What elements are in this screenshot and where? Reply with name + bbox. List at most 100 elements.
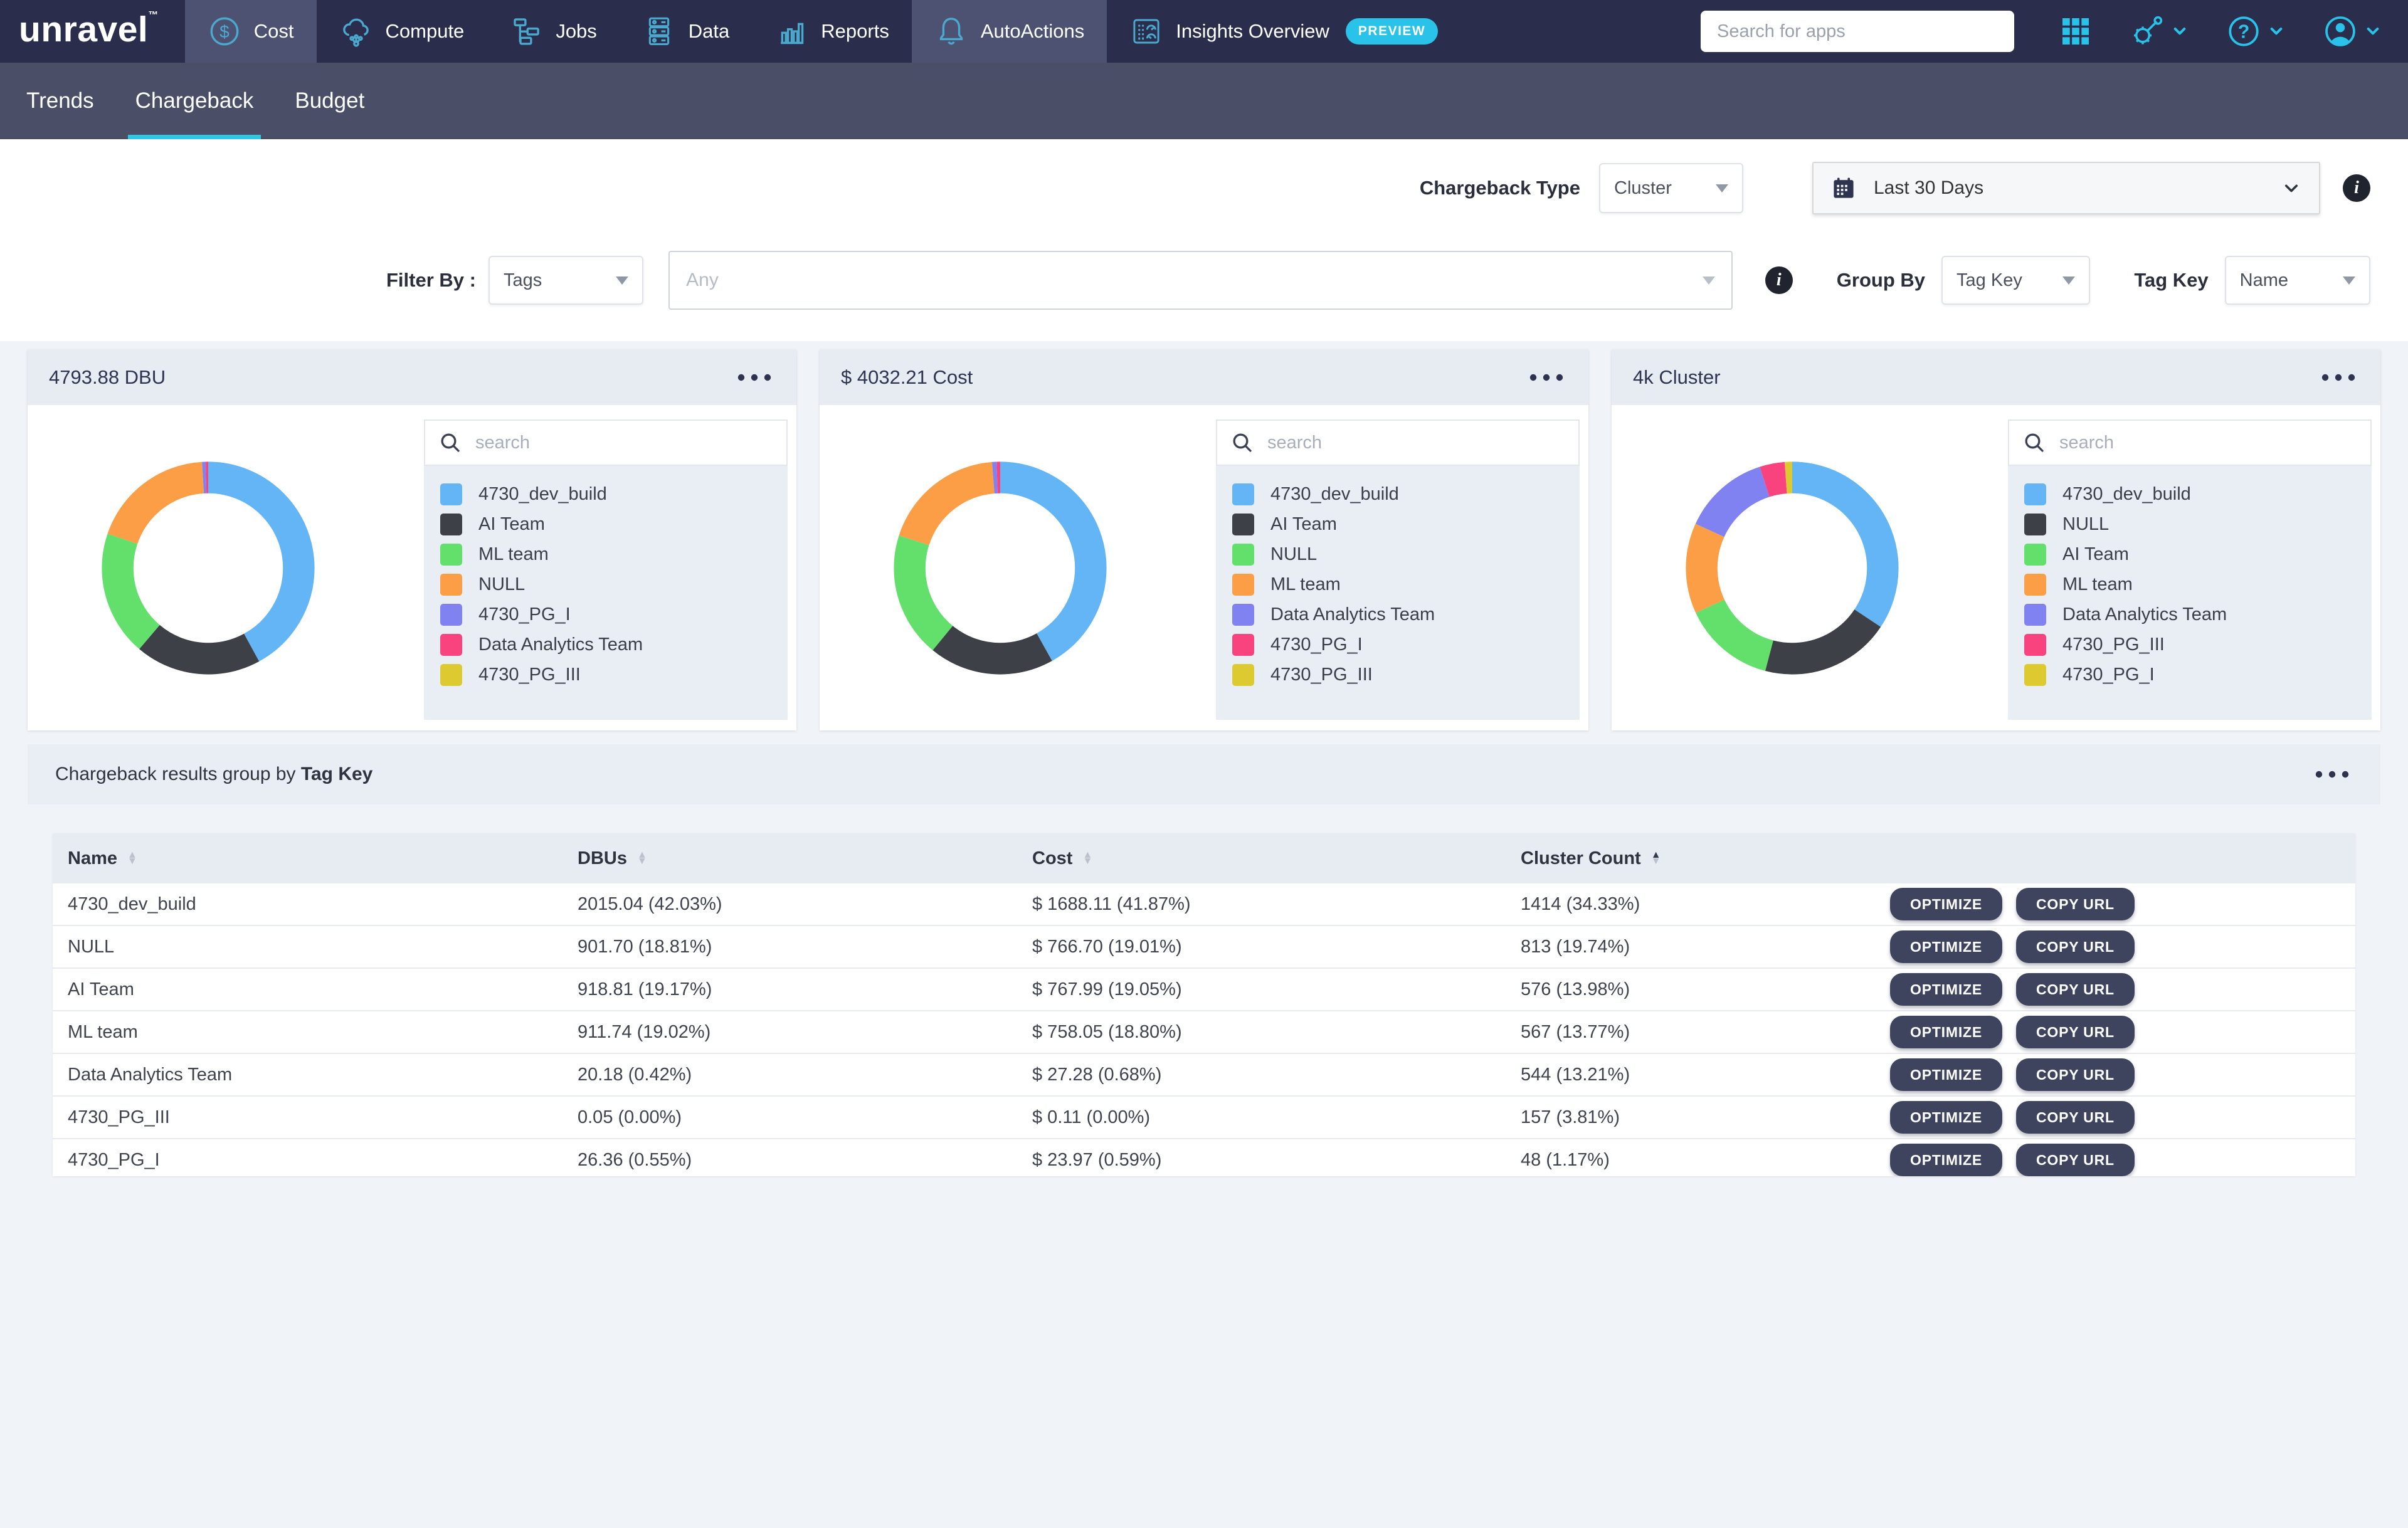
donut-chart[interactable] — [1673, 449, 1911, 687]
legend-item[interactable]: 4730_PG_III — [2024, 634, 2359, 656]
legend-label: 4730_PG_I — [2062, 665, 2155, 685]
copy-url-button[interactable]: COPY URL — [2016, 1058, 2135, 1091]
nav-item-cost[interactable]: $ Cost — [184, 0, 317, 63]
nav-item-reports[interactable]: Reports — [752, 0, 912, 63]
insights-icon — [1133, 19, 1159, 44]
info-icon[interactable]: i — [1765, 266, 1793, 294]
legend-search[interactable] — [424, 419, 788, 466]
nav-item-autoactions[interactable]: AutoActions — [911, 0, 1107, 63]
ellipsis-menu-icon[interactable] — [2318, 368, 2359, 387]
legend-item[interactable]: NULL — [1232, 544, 1567, 566]
legend-item[interactable]: ML team — [2024, 574, 2359, 596]
copy-url-button[interactable]: COPY URL — [2016, 1016, 2135, 1048]
legend-search-input[interactable] — [474, 431, 774, 454]
legend-search-input[interactable] — [1266, 431, 1566, 454]
sort-icon: ▲ ▼ — [636, 850, 647, 867]
column-header-cluster-count[interactable]: Cluster Count ▲ ▼ — [1506, 848, 1890, 869]
legend-item[interactable]: AI Team — [1232, 514, 1567, 535]
tab-budget[interactable]: Budget — [287, 63, 372, 139]
legend-item[interactable]: AI Team — [2024, 544, 2359, 566]
legend-item[interactable]: Data Analytics Team — [2024, 604, 2359, 626]
nav-label: Compute — [385, 20, 465, 42]
apps-grid-button[interactable] — [2058, 14, 2093, 49]
legend-color-chip — [2024, 483, 2046, 505]
optimize-button[interactable]: OPTIMIZE — [1890, 973, 2003, 1006]
group-by-label: Group By — [1836, 269, 1926, 291]
nav-item-data[interactable]: Data — [620, 0, 752, 63]
legend-item[interactable]: AI Team — [440, 514, 775, 535]
legend-item[interactable]: ML team — [440, 544, 775, 566]
cell-cluster-count: 1414 (34.33%) — [1521, 893, 1640, 914]
donut-chart[interactable] — [881, 449, 1119, 687]
optimize-button[interactable]: OPTIMIZE — [1890, 1101, 2003, 1134]
admin-tools-menu[interactable] — [2130, 14, 2190, 49]
trademark-mark: ™ — [148, 10, 159, 21]
flowchart-icon — [514, 18, 540, 45]
search-icon — [441, 433, 460, 452]
legend-item[interactable]: NULL — [440, 574, 775, 596]
legend-color-chip — [440, 634, 462, 656]
column-header-name[interactable]: Name ▲ ▼ — [53, 848, 562, 869]
copy-url-button[interactable]: COPY URL — [2016, 930, 2135, 963]
tab-chargeback[interactable]: Chargeback — [127, 63, 261, 139]
legend-color-chip — [440, 514, 462, 535]
ellipsis-menu-icon[interactable] — [1526, 368, 1567, 387]
legend-item[interactable]: Data Analytics Team — [440, 634, 775, 656]
legend-item[interactable]: 4730_PG_I — [1232, 634, 1567, 656]
row-actions: OPTIMIZE COPY URL — [1890, 1016, 2355, 1048]
legend-item[interactable]: 4730_PG_III — [440, 664, 775, 686]
legend-item[interactable]: 4730_PG_I — [440, 604, 775, 626]
legend-item[interactable]: ML team — [1232, 574, 1567, 596]
copy-url-button[interactable]: COPY URL — [2016, 1144, 2135, 1176]
ellipsis-menu-icon[interactable] — [734, 368, 775, 387]
legend-search-input[interactable] — [2058, 431, 2358, 454]
results-title-groupkey: Tag Key — [300, 764, 373, 784]
tag-key-select[interactable]: Name — [2224, 256, 2371, 305]
date-range-picker[interactable]: Last 30 Days — [1812, 162, 2320, 214]
copy-url-button[interactable]: COPY URL — [2016, 888, 2135, 920]
donut-chart[interactable] — [89, 449, 327, 687]
copy-url-button[interactable]: COPY URL — [2016, 973, 2135, 1006]
optimize-button[interactable]: OPTIMIZE — [1890, 1144, 2003, 1176]
optimize-button[interactable]: OPTIMIZE — [1890, 1016, 2003, 1048]
legend-color-chip — [2024, 664, 2046, 686]
info-icon[interactable]: i — [2343, 174, 2370, 202]
group-by-select[interactable]: Tag Key — [1941, 256, 2091, 305]
cell-dbus: 2015.04 (42.03%) — [578, 893, 722, 914]
nav-item-insights-overview[interactable]: Insights Overview PREVIEW — [1107, 0, 1460, 63]
user-menu[interactable] — [2323, 14, 2383, 49]
filter-by-select[interactable]: Tags — [488, 256, 644, 305]
nav-item-jobs[interactable]: Jobs — [487, 0, 619, 63]
tools-gear-icon — [2134, 16, 2163, 45]
sort-icon-active: ▲ ▼ — [1650, 850, 1661, 867]
help-menu[interactable]: ? — [2226, 14, 2286, 49]
legend-item[interactable]: 4730_PG_III — [1232, 664, 1567, 686]
tag-filter-multiselect[interactable]: Any — [668, 251, 1733, 310]
column-header-dbus[interactable]: DBUs ▲ ▼ — [562, 848, 1017, 869]
nav-item-compute[interactable]: Compute — [317, 0, 487, 63]
tab-trends[interactable]: Trends — [19, 63, 102, 139]
legend-item[interactable]: 4730_dev_build — [1232, 483, 1567, 505]
optimize-button[interactable]: OPTIMIZE — [1890, 1058, 2003, 1091]
sort-icon: ▲ ▼ — [127, 850, 137, 867]
legend-item[interactable]: Data Analytics Team — [1232, 604, 1567, 626]
search-apps-input[interactable] — [1701, 11, 2014, 52]
legend-item[interactable]: NULL — [2024, 514, 2359, 535]
legend-color-chip — [440, 483, 462, 505]
optimize-button[interactable]: OPTIMIZE — [1890, 930, 2003, 963]
column-header-cost[interactable]: Cost ▲ ▼ — [1017, 848, 1506, 869]
ellipsis-menu-icon[interactable] — [2311, 765, 2353, 784]
legend-item[interactable]: 4730_dev_build — [2024, 483, 2359, 505]
unravel-logo[interactable]: unravel ™ — [0, 0, 185, 63]
row-actions: OPTIMIZE COPY URL — [1890, 930, 2355, 963]
cell-dbus: 918.81 (19.17%) — [578, 979, 712, 999]
legend-item[interactable]: 4730_PG_I — [2024, 664, 2359, 686]
chargeback-type-select[interactable]: Cluster — [1599, 163, 1743, 213]
optimize-button[interactable]: OPTIMIZE — [1890, 888, 2003, 920]
controls-section: Chargeback Type Cluster Last 30 Days i F… — [0, 139, 2408, 341]
copy-url-button[interactable]: COPY URL — [2016, 1101, 2135, 1134]
legend-item[interactable]: 4730_dev_build — [440, 483, 775, 505]
legend-search[interactable] — [1216, 419, 1580, 466]
legend-search[interactable] — [2008, 419, 2372, 466]
card-title: $ 4032.21 Cost — [841, 366, 973, 388]
